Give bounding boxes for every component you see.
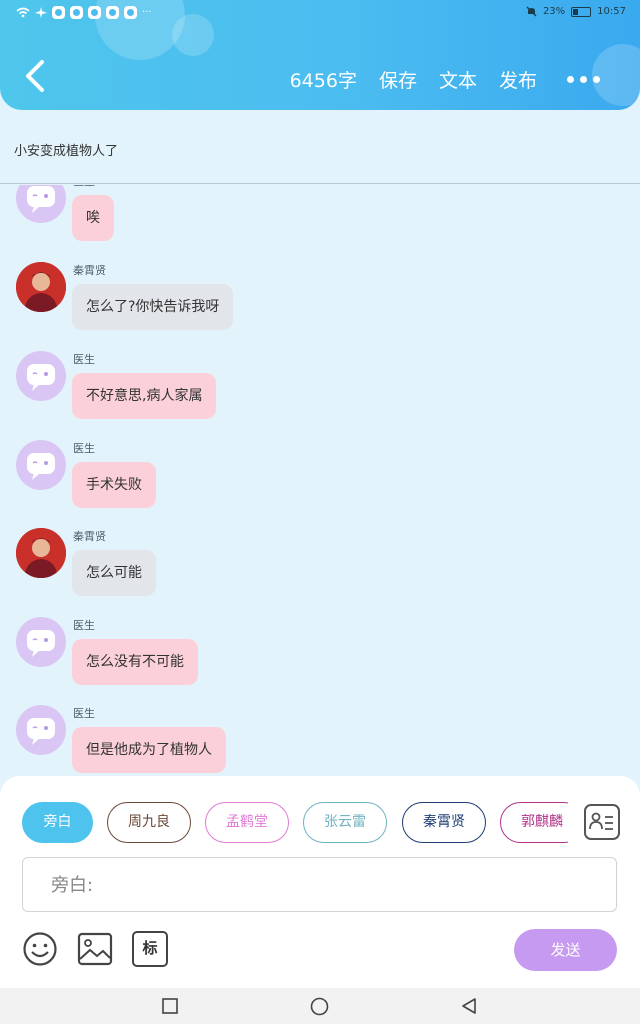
sender-name: 医生	[73, 707, 95, 720]
airplane-icon	[35, 6, 47, 18]
sender-name: 秦霄贤	[73, 530, 106, 543]
status-bar: ··· 23% 10:57	[0, 0, 640, 28]
clock: 10:57	[597, 6, 626, 17]
chevron-left-icon	[26, 60, 44, 92]
doctor-avatar[interactable]	[16, 617, 66, 667]
chat-bubble-icon	[27, 186, 55, 213]
app-badge-icon	[70, 6, 83, 19]
more-dots-icon[interactable]	[567, 75, 600, 83]
user-avatar[interactable]	[16, 262, 66, 312]
chat-bubble-icon	[27, 630, 55, 657]
app-badge-icon	[88, 6, 101, 19]
sender-name: 医生	[73, 185, 95, 189]
chat-bubble-icon	[27, 364, 55, 391]
sender-name: 医生	[73, 442, 95, 455]
composer-panel: 旁白 周九良 孟鹤堂 张云雷 秦霄贤 郭麒麟 旁白: 标 发送	[0, 776, 640, 988]
home-icon[interactable]	[310, 997, 329, 1016]
status-icons-left: ···	[16, 6, 152, 19]
doctor-avatar[interactable]	[16, 185, 66, 223]
top-bar: ··· 23% 10:57 6456字 保存 文本 发布	[0, 0, 640, 110]
chapter-title-bar[interactable]: 小安变成植物人了	[0, 110, 640, 184]
sender-name: 秦霄贤	[73, 264, 106, 277]
doctor-avatar[interactable]	[16, 440, 66, 490]
app-badge-icon	[124, 6, 137, 19]
role-chip[interactable]: 秦霄贤	[402, 802, 486, 843]
user-avatar[interactable]	[16, 528, 66, 578]
chat-bubble-icon	[27, 453, 55, 480]
back-nav-icon[interactable]	[460, 997, 478, 1015]
word-count: 6456字	[289, 69, 357, 92]
role-chip[interactable]: 郭麒麟	[500, 802, 568, 843]
message-bubble[interactable]: 手术失败	[72, 462, 156, 508]
role-selector[interactable]: 旁白 周九良 孟鹤堂 张云雷 秦霄贤 郭麒麟	[22, 802, 568, 844]
portrait-icon	[16, 528, 66, 578]
back-button[interactable]	[18, 56, 54, 96]
message-bubble[interactable]: 但是他成为了植物人	[72, 727, 226, 773]
app-badge-icon	[52, 6, 65, 19]
doctor-avatar[interactable]	[16, 351, 66, 401]
app-badge-icon	[106, 6, 119, 19]
header-actions: 6456字 保存 文本 发布	[268, 64, 640, 94]
wifi-icon	[16, 7, 30, 18]
role-chip[interactable]: 周九良	[107, 802, 191, 843]
chat-bubble-icon	[27, 718, 55, 745]
message-bubble[interactable]: 唉	[72, 195, 114, 241]
chat-list[interactable]: 医生 唉 秦霄贤 怎么了?你快告诉我呀 医生 不好意思,病人家属 医生 手术失败…	[0, 185, 640, 775]
role-chip[interactable]: 张云雷	[303, 802, 387, 843]
image-icon[interactable]	[77, 931, 113, 967]
message-bubble[interactable]: 怎么可能	[72, 550, 156, 596]
message-bubble[interactable]: 怎么了?你快告诉我呀	[72, 284, 234, 330]
chapter-title: 小安变成植物人了	[14, 144, 119, 159]
smiley-icon[interactable]	[22, 931, 58, 967]
more-notifications-icon: ···	[142, 7, 152, 18]
recent-apps-icon[interactable]	[162, 998, 178, 1014]
mute-bell-icon	[526, 6, 537, 17]
doctor-avatar[interactable]	[16, 705, 66, 755]
portrait-icon	[16, 262, 66, 312]
role-chip-narration[interactable]: 旁白	[22, 802, 93, 843]
text-button[interactable]: 文本	[439, 66, 477, 93]
save-button[interactable]: 保存	[379, 66, 417, 93]
status-icons-right: 23% 10:57	[526, 6, 626, 17]
sender-name: 医生	[73, 353, 95, 366]
message-input[interactable]: 旁白:	[22, 857, 617, 912]
send-button[interactable]: 发送	[514, 929, 617, 971]
system-navigation-bar	[0, 988, 640, 1024]
message-bubble[interactable]: 不好意思,病人家属	[72, 373, 217, 419]
sender-name: 医生	[73, 619, 95, 632]
message-bubble[interactable]: 怎么没有不可能	[72, 639, 198, 685]
battery-percent: 23%	[542, 6, 566, 17]
contact-card-icon[interactable]	[584, 804, 620, 840]
battery-icon	[571, 6, 592, 17]
tag-button[interactable]: 标	[132, 931, 168, 967]
role-chip[interactable]: 孟鹤堂	[205, 802, 289, 843]
publish-button[interactable]: 发布	[499, 66, 537, 93]
